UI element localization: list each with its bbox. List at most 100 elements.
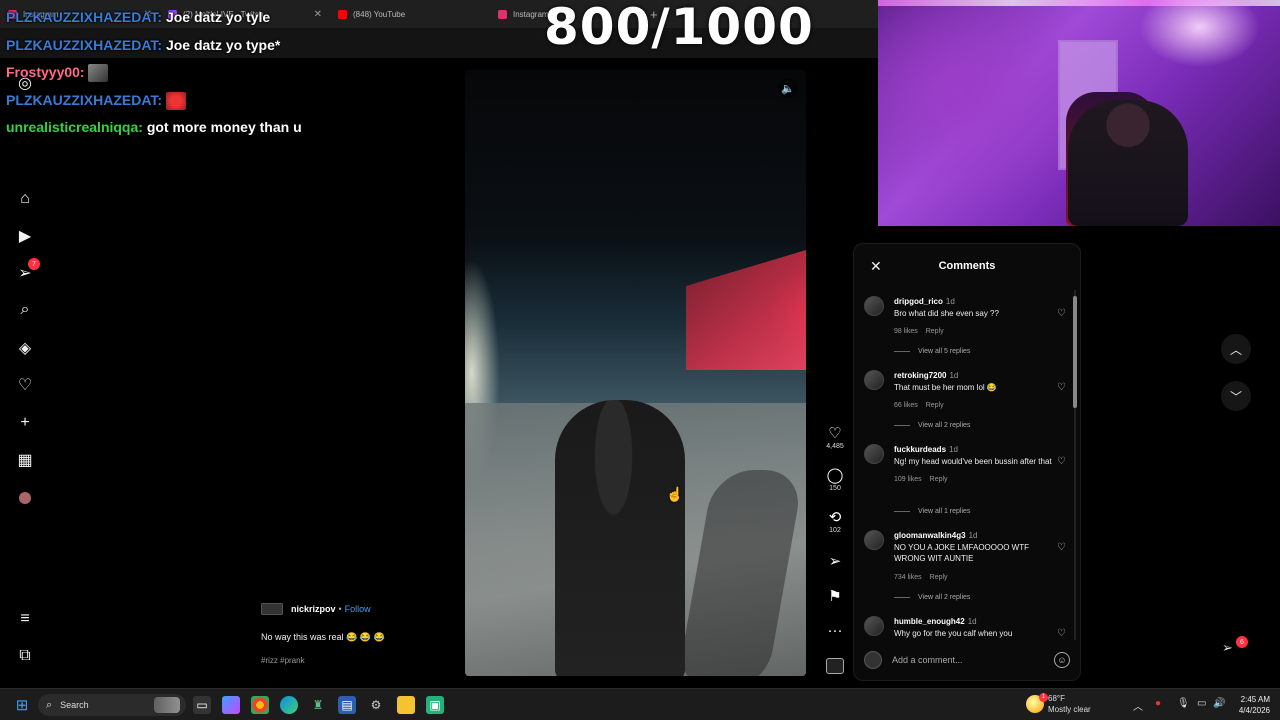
comments-scrollbar[interactable] [1073,290,1077,640]
view-replies-link[interactable]: View all 2 replies [894,594,970,601]
reply-button[interactable]: Reply [926,328,944,335]
home-icon[interactable]: ⌂ [12,186,38,212]
apps-icon[interactable]: ⧉ [12,643,38,669]
profile-avatar[interactable] [12,485,38,511]
heart-icon[interactable]: ♡ [1057,382,1066,393]
windows-start-icon[interactable]: ⊞ [13,696,31,714]
comment-icon: ◯ [826,467,844,484]
post-tags[interactable]: #rizz #prank [261,656,305,665]
webcam-streamer [1068,100,1188,226]
reply-button[interactable]: Reply [926,402,944,409]
system-clock[interactable]: 2:45 AM 4/4/2026 [1226,694,1270,716]
microphone-icon[interactable]: 🎙 [1177,698,1190,709]
explore-icon[interactable]: ◈ [12,335,38,361]
comments-panel: ✕ Comments dripgod_rico 1d Bro what did s… [853,243,1081,681]
avatar[interactable] [864,530,884,550]
heart-icon[interactable]: ♡ [1057,308,1066,319]
taskbar: ⊞ ⌕ Search ▭ ♜ ▤ ⚙ ▣ 1 68°F Mostly clear ︿… [0,688,1280,720]
speaker-icon[interactable]: 🔊 [1213,698,1225,709]
send-icon: ➢ [828,553,842,570]
notification-badge: 7 [28,258,40,270]
avatar[interactable] [864,296,884,316]
view-replies-link[interactable]: View all 1 replies [894,508,970,515]
avatar[interactable] [864,616,884,636]
volume-icon[interactable]: 🔈 [778,78,798,98]
repost-button[interactable]: ⟲ 102 [822,508,848,534]
file-explorer-icon[interactable] [397,696,415,714]
search-icon: ⌕ [46,698,53,711]
more-options-button[interactable]: ··· [822,622,848,640]
emoji-icon[interactable]: ☺ [1054,652,1070,668]
post-caption: No way this was real 😂 😂 😂 [261,632,385,642]
avatar[interactable] [261,603,283,615]
comments-list: dripgod_rico 1d Bro what did she even say… [864,292,1070,638]
save-button[interactable]: ⚑ [822,587,848,605]
mouse-cursor: ☝ [666,486,684,502]
heart-icon[interactable]: ♡ [1057,542,1066,553]
store-icon[interactable]: ▤ [338,696,356,714]
audio-thumbnail[interactable] [826,658,844,674]
chat-message: PLZKAUZZIXHAZEDAT: [6,87,546,115]
search-highlight-icon [154,697,180,713]
like-button[interactable]: ♡ 4,485 [822,424,848,450]
notification-badge: 6 [1236,636,1248,648]
avatar [864,651,882,669]
weather-icon: 1 [1026,693,1048,713]
previous-reel-button[interactable]: ︿ [1221,334,1251,364]
task-view-icon[interactable]: ▭ [193,696,211,714]
reel-video[interactable]: 🔈 [465,70,806,676]
next-reel-button[interactable]: ﹀ [1221,381,1251,411]
webcam-feed [878,0,1280,226]
heart-icon[interactable]: ♡ [12,372,38,398]
webcam-led-strip [878,0,1280,6]
chat-message: PLZKAUZZIXHAZEDAT: Joe datz yo type* [6,36,281,53]
copilot-icon[interactable] [222,696,240,714]
messages-button[interactable]: ➢ 6 [1222,636,1248,660]
follow-button[interactable]: Follow [345,604,371,614]
stream-chat-overlay: PLZKAUZZIXHAZEDAT: Joe datz yo tyle PLZK… [6,4,546,142]
app-icon[interactable]: ▣ [426,696,444,714]
goal-counter: 800/1000 [544,0,814,56]
create-icon[interactable]: + [12,410,38,436]
chat-message: Frostyyy00: [6,59,546,87]
comment-button[interactable]: ◯ 150 [822,466,848,492]
heart-icon[interactable]: ♡ [1057,456,1066,467]
app-icon[interactable]: ♜ [309,696,327,714]
comment-input[interactable] [892,655,1042,665]
weather-widget[interactable]: 1 68°F Mostly clear [1026,693,1091,715]
reply-button[interactable]: Reply [930,476,948,483]
video-person [555,400,685,676]
reply-button[interactable]: Reply [930,574,948,581]
send-icon[interactable]: ➢ 7 [12,258,40,286]
avatar[interactable] [864,444,884,464]
menu-icon[interactable]: ≡ [12,606,38,632]
add-comment-bar: ☺ [864,648,1070,672]
repost-icon: ⟲ [828,509,842,526]
chat-message: unrealisticrealniqqa: got more money tha… [6,119,302,135]
chrome-icon[interactable] [251,696,269,714]
display-icon[interactable]: ▭ [1197,698,1206,709]
tray-app-icon[interactable]: ● [1155,698,1161,709]
chat-emote [88,64,109,83]
search-icon[interactable]: ⌕ [12,297,38,323]
taskbar-search[interactable]: ⌕ Search [38,694,186,716]
send-icon: ➢ [1222,640,1233,655]
view-replies-link[interactable]: View all 2 replies [894,422,970,429]
video-neon-building [686,250,806,370]
settings-icon[interactable]: ⚙ [367,696,385,714]
heart-icon[interactable]: ♡ [1057,628,1066,638]
author-name[interactable]: nickrizpov [291,604,336,614]
share-button[interactable]: ➢ [822,552,848,570]
chevron-up-icon[interactable]: ︿ [1133,698,1143,713]
avatar[interactable] [864,370,884,390]
bookmark-icon: ⚑ [828,588,842,605]
scrollbar-thumb[interactable] [1073,296,1077,408]
chat-message: PLZKAUZZIXHAZEDAT: Joe datz yo tyle [6,9,271,25]
edge-icon[interactable] [280,696,298,714]
reels-icon[interactable]: ▶ [12,223,38,249]
post-author: nickrizpov • Follow [261,603,371,615]
chat-emote [165,91,186,110]
screen: Instagram ✕ (2) MeltIsLIVE - Twitch ✕ (848… [0,0,1280,720]
view-replies-link[interactable]: View all 5 replies [894,348,970,355]
dashboard-icon[interactable]: ▦ [12,447,38,473]
